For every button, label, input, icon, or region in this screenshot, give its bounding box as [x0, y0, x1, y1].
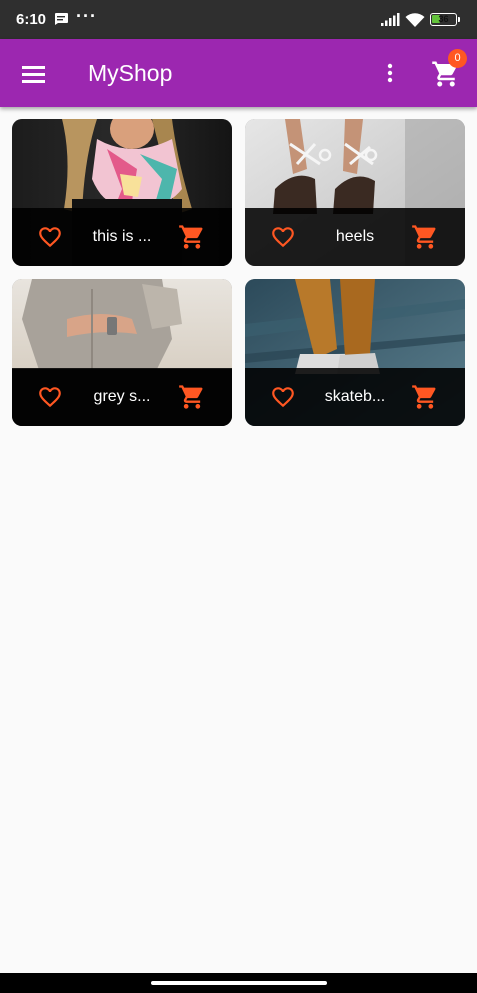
product-title: this is ...	[92, 228, 152, 245]
favorite-border-icon[interactable]	[269, 384, 297, 410]
product-card[interactable]: skateb...	[245, 279, 465, 426]
notifications-more-icon: ···	[76, 6, 97, 26]
menu-icon[interactable]	[16, 61, 52, 87]
app-title: MyShop	[88, 60, 173, 86]
card-footer: skateb...	[245, 368, 465, 426]
add-to-cart-icon[interactable]	[411, 383, 439, 411]
favorite-border-icon[interactable]	[269, 224, 297, 250]
favorite-border-icon[interactable]	[36, 384, 64, 410]
app-bar: MyShop	[0, 39, 477, 107]
message-icon	[55, 13, 68, 25]
favorite-border-icon[interactable]	[36, 224, 64, 250]
battery-indicator: 36	[430, 13, 457, 26]
system-navigation-bar	[0, 973, 477, 993]
add-to-cart-icon[interactable]	[178, 383, 206, 411]
add-to-cart-icon[interactable]	[178, 223, 206, 251]
wifi-icon	[405, 13, 425, 27]
product-card[interactable]: this is ...	[12, 119, 232, 266]
card-footer: grey s...	[12, 368, 232, 426]
status-time: 6:10	[16, 11, 47, 28]
card-footer: heels	[245, 208, 465, 266]
more-vert-icon[interactable]	[378, 61, 402, 85]
card-footer: this is ...	[12, 208, 232, 266]
cart-count-badge: 0	[448, 49, 467, 68]
battery-tip	[458, 17, 460, 22]
product-title: skateb...	[324, 388, 386, 405]
product-card[interactable]: grey s...	[12, 279, 232, 426]
status-bar: 6:10 ··· 36	[0, 0, 477, 39]
product-card[interactable]: heels	[245, 119, 465, 266]
home-gesture-handle[interactable]	[151, 981, 327, 985]
add-to-cart-icon[interactable]	[411, 223, 439, 251]
signal-icon	[381, 13, 400, 26]
battery-level: 36	[438, 14, 449, 24]
product-title: grey s...	[93, 388, 151, 405]
product-title: heels	[335, 228, 375, 245]
